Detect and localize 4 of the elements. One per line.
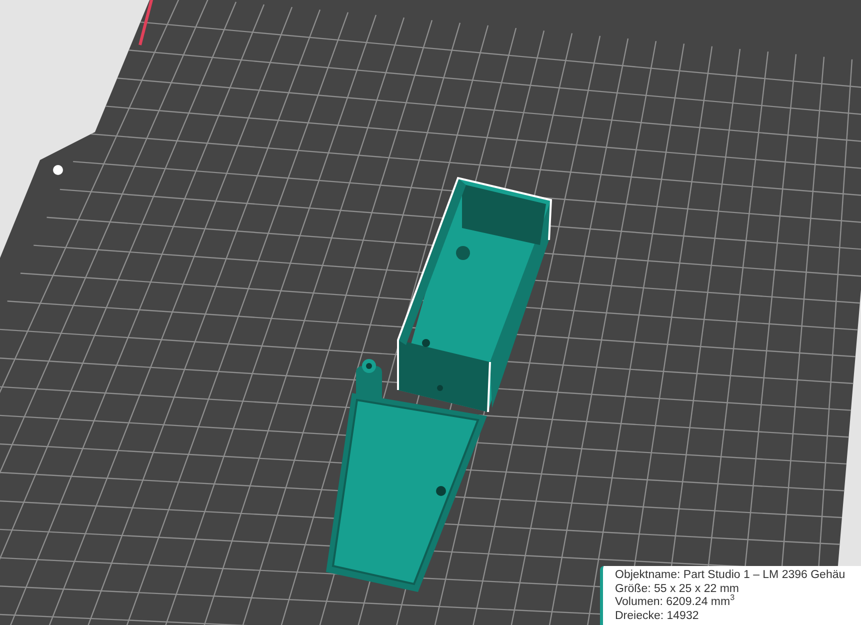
info-text: Volumen: 6209.24 mm$^{3}$ — [615, 596, 736, 610]
info-text: Größe: 55 x 25 x 22 mm — [615, 582, 740, 594]
info-text: Dreiecke: 14932 — [615, 610, 700, 623]
info-text: Objektname: Part Studio 1 – LM 2396 Gehäu — [615, 569, 846, 582]
